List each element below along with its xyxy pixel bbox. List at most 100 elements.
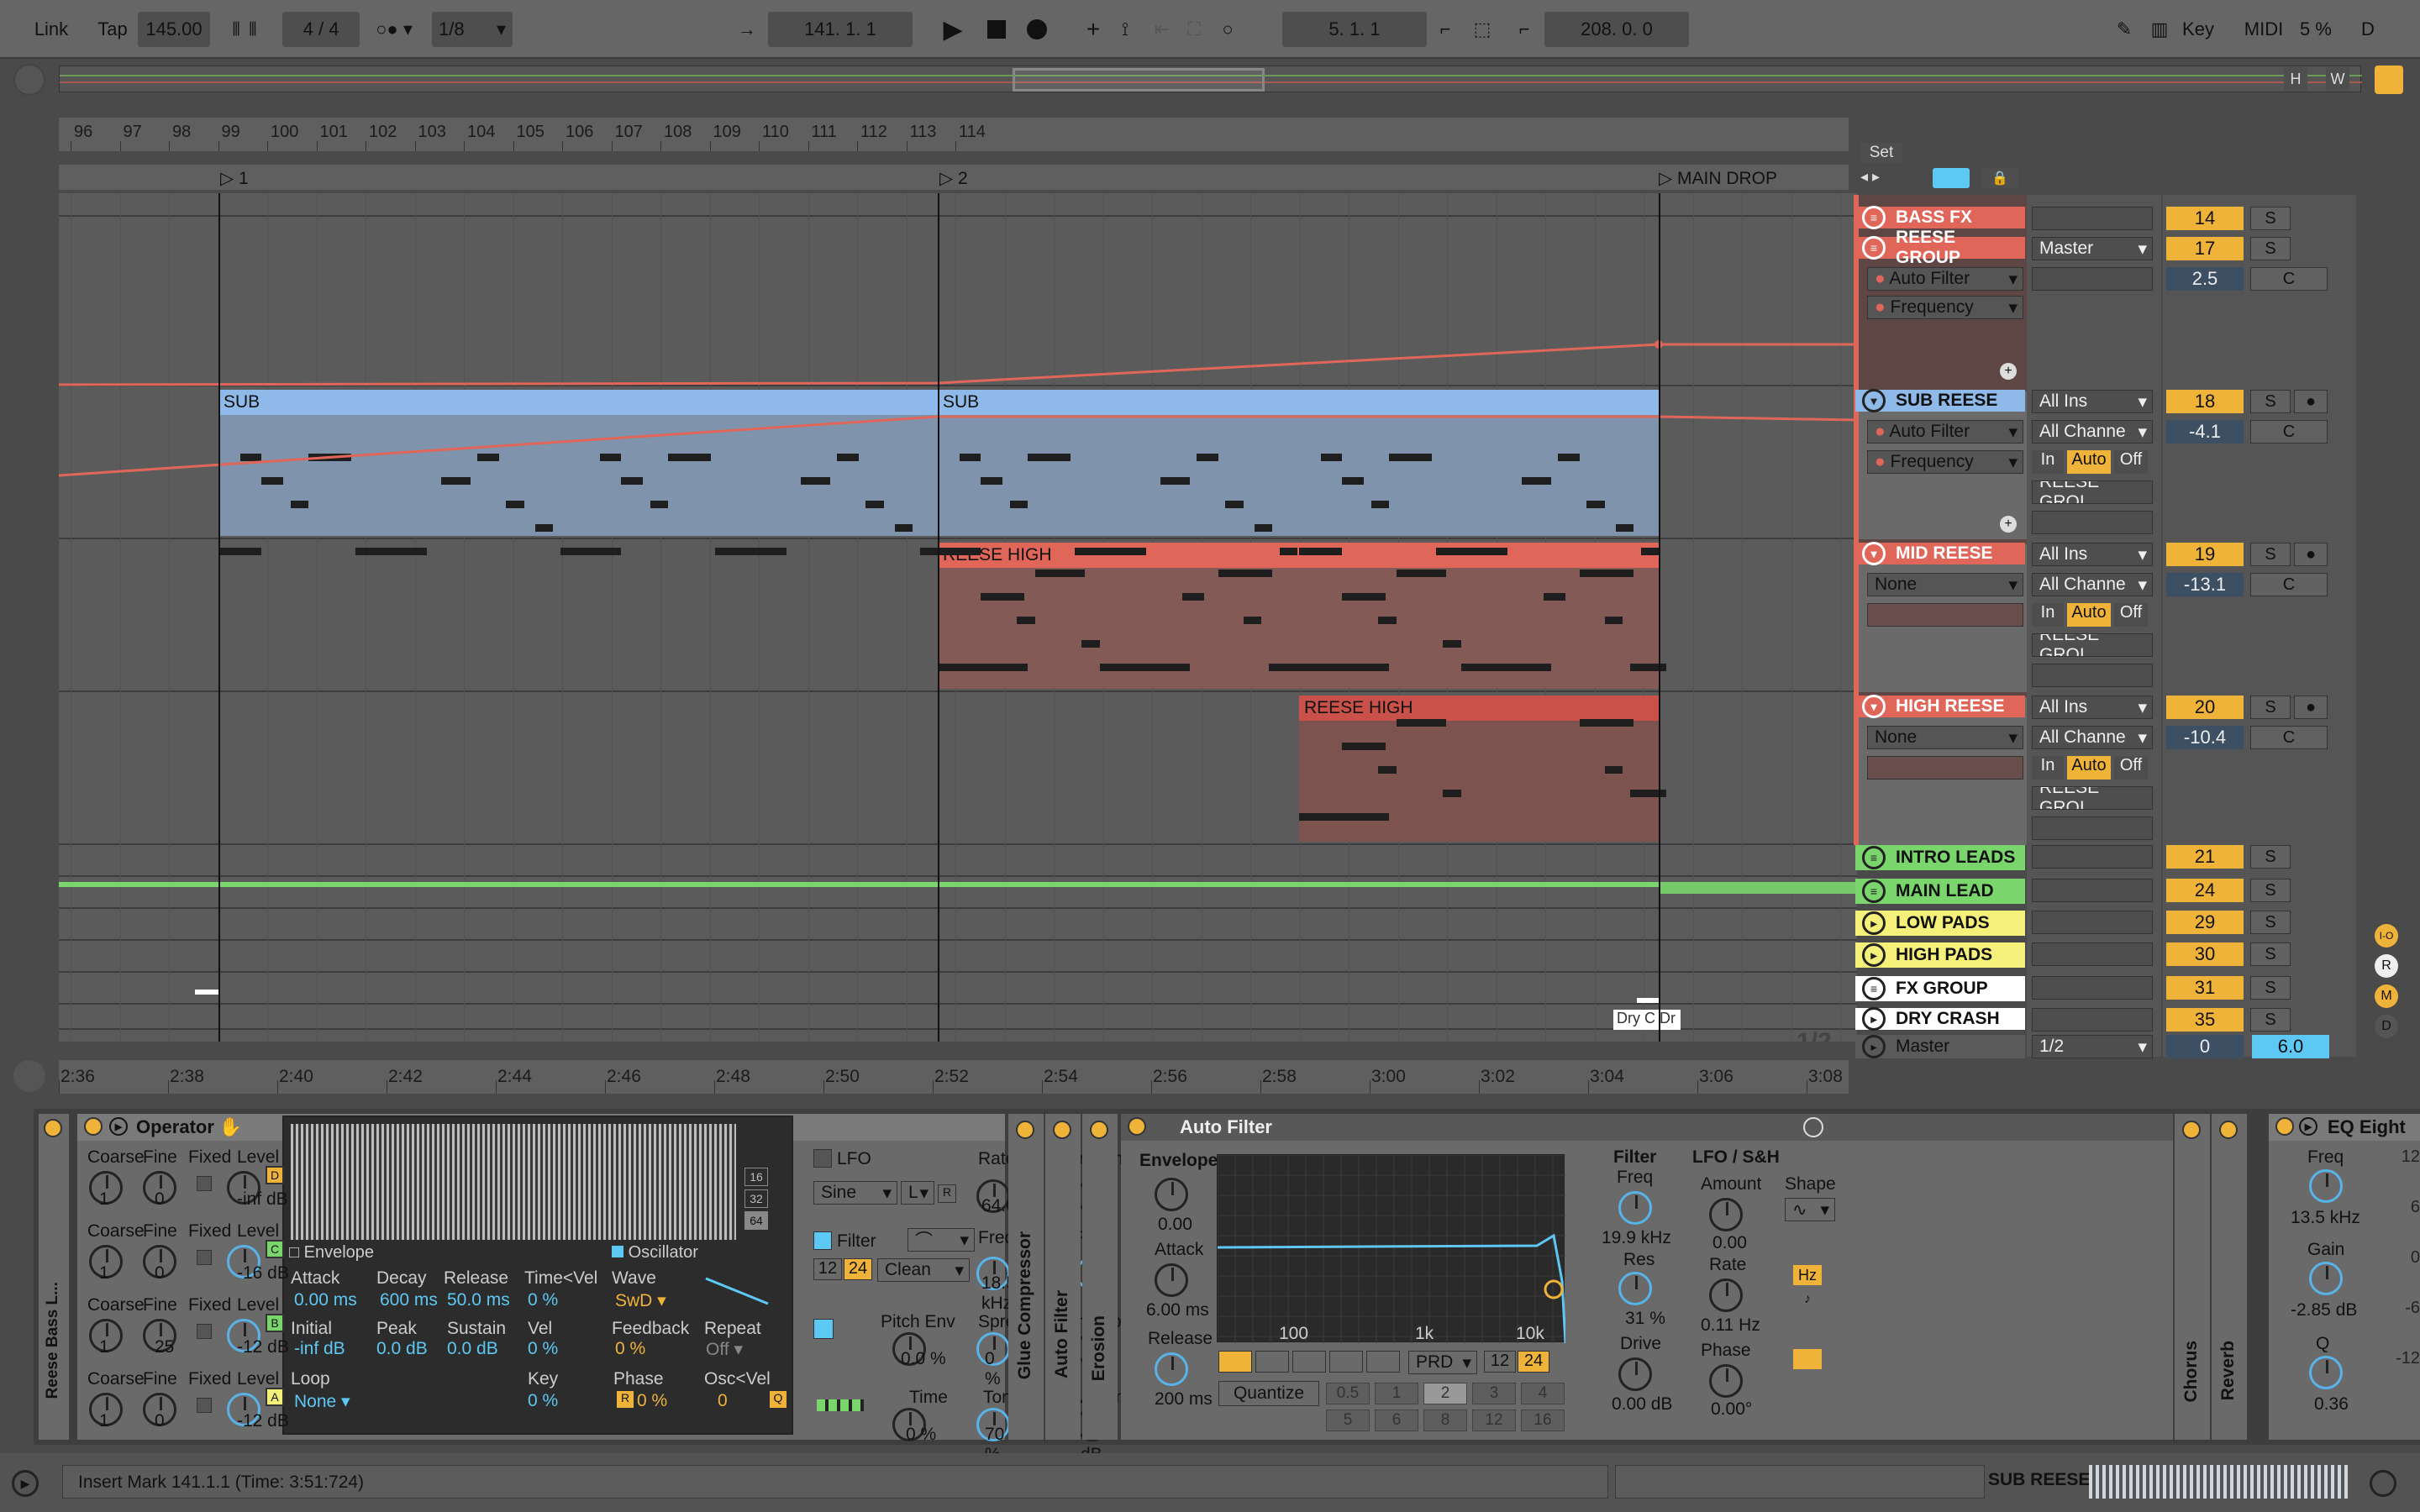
glue-compressor-device[interactable]: Glue Compressor — [1008, 1114, 1044, 1440]
env-repeat-dropdown[interactable]: Off ▾ — [706, 1339, 743, 1360]
af-12-button[interactable]: 12 — [1484, 1351, 1516, 1373]
track-activator-reese-group[interactable]: 17 — [2166, 237, 2244, 260]
optimize-height-button[interactable]: H — [2284, 67, 2307, 91]
link-button[interactable]: Link — [24, 12, 79, 47]
af-settings-icon[interactable] — [1803, 1117, 1823, 1137]
automation-device-dropdown[interactable]: ● Auto Filter ▾ — [1867, 420, 2023, 444]
io-slot[interactable] — [2032, 511, 2153, 534]
track-header-reese-group[interactable]: ≡ REESE GROUP — [1855, 228, 2025, 267]
automation-param-dropdown[interactable]: ● Frequency ▾ — [1867, 296, 2023, 319]
osc-tag[interactable]: B — [266, 1314, 284, 1332]
osc-fixed-checkbox[interactable] — [197, 1398, 212, 1413]
monitor-switch-mid-reese[interactable]: In Auto Off — [2032, 603, 2153, 627]
io-slot[interactable] — [2032, 942, 2153, 966]
clip-dry-crash[interactable]: Dry C Dr — [1613, 1010, 1681, 1030]
monitor-auto-button[interactable]: Auto — [2067, 756, 2111, 780]
lfo-wave-dropdown[interactable]: Sine ▾ — [813, 1181, 897, 1205]
loop-length-field[interactable]: 208. 0. 0 — [1544, 12, 1689, 47]
track-header-high-pads[interactable]: ▸ HIGH PADS — [1855, 942, 2025, 968]
automation-device-dropdown[interactable]: None ▾ — [1867, 573, 2023, 596]
osc-fixed-checkbox[interactable] — [197, 1176, 212, 1191]
wavetable-size-button[interactable]: 64 — [744, 1211, 768, 1230]
crossfade-button[interactable]: C — [2250, 726, 2328, 749]
operator-device[interactable]: ▶ Operator ✋ 16 32 64 □ Envelope Oscillato… — [77, 1114, 1188, 1464]
returns-toggle-button[interactable]: R — [2375, 954, 2398, 978]
reverb-power-icon[interactable] — [2219, 1121, 2238, 1139]
time-ruler[interactable]: 2:36 2:38 2:40 2:42 2:44 2:46 2:48 2:50 2:52 2:54… — [59, 1060, 1849, 1094]
pitch-env-toggle[interactable] — [813, 1319, 834, 1339]
operator-fold-icon[interactable]: ▶ — [109, 1117, 128, 1136]
auto-filter-power-icon[interactable] — [1128, 1117, 1146, 1136]
record-arm-icon[interactable]: ● — [2294, 696, 2328, 719]
chorus-power-icon[interactable] — [2182, 1121, 2201, 1139]
automation-arm-icon[interactable]: ⟟ — [1113, 12, 1138, 47]
track-fold-icon[interactable]: ≡ — [1862, 236, 1886, 260]
filter-12-button[interactable]: 12 — [813, 1258, 842, 1280]
track-activator-high-pads[interactable]: 30 — [2166, 942, 2244, 966]
io-slot[interactable] — [2032, 879, 2153, 902]
track-activator-fx-group[interactable]: 31 — [2166, 976, 2244, 1000]
automation-device-dropdown[interactable]: None ▾ — [1867, 726, 2023, 749]
info-view-icon[interactable]: ▶ — [12, 1470, 39, 1497]
wavetable-size-button[interactable]: 16 — [744, 1168, 768, 1186]
nudge-icon[interactable]: ⦀ ⦀ — [220, 12, 271, 47]
operator-display[interactable]: 16 32 64 □ Envelope Oscillator Attack Decay… — [282, 1116, 793, 1435]
volume-field-high-reese[interactable]: -10.4 — [2166, 726, 2244, 749]
auto-filter-device[interactable]: Auto Filter Envelope 0.00 Attack 6.00 ms Rel… — [1121, 1114, 2173, 1440]
env-loop-dropdown[interactable]: None ▾ — [294, 1391, 350, 1412]
automation-param-dropdown[interactable] — [1867, 756, 2023, 780]
solo-button[interactable]: S — [2250, 1008, 2291, 1032]
af-rate-hz-button[interactable]: Hz — [1793, 1265, 1822, 1285]
monitor-in-button[interactable]: In — [2032, 756, 2064, 780]
quantize-dropdown[interactable]: 1/8 ▾ — [432, 12, 513, 47]
scroll-icon[interactable] — [13, 1060, 45, 1092]
locator-lane[interactable]: ▷ 1 ▷ 2 ▷ MAIN DROP — [59, 165, 1849, 190]
track-header-bass-fx[interactable]: ≡ BASS FX — [1855, 206, 2025, 229]
overview-toggle-icon[interactable] — [13, 64, 45, 96]
solo-button[interactable]: S — [2250, 976, 2291, 1000]
lfo-toggle[interactable] — [813, 1149, 832, 1168]
back-to-arrangement-icon[interactable]: ⇤ — [1150, 12, 1175, 47]
output-dropdown[interactable]: Master ▾ — [2032, 237, 2153, 260]
quantize-value-button[interactable]: 0.5 — [1326, 1383, 1370, 1404]
track-fold-icon[interactable]: ≡ — [1862, 977, 1886, 1000]
master-output-dropdown[interactable]: 1/2 ▾ — [2032, 1035, 2153, 1058]
draw-automation-icon[interactable] — [1933, 168, 1970, 188]
io-slot[interactable] — [2032, 664, 2153, 687]
solo-button[interactable]: S — [2250, 543, 2291, 566]
arrangement-position[interactable]: 141. 1. 1 — [768, 12, 913, 47]
filter-circuit-dropdown[interactable]: PRD ▾ — [1408, 1351, 1477, 1374]
af-freq-knob[interactable] — [1618, 1191, 1652, 1225]
eq-gain-knob[interactable] — [2309, 1262, 2343, 1295]
set-locator-button[interactable]: Set — [1860, 143, 1902, 163]
master-volume-field[interactable]: 6.0 — [2252, 1035, 2329, 1058]
solo-button[interactable]: S — [2250, 207, 2291, 230]
track-activator-sub-reese[interactable]: 18 — [2166, 390, 2244, 413]
quantize-value-button[interactable]: 3 — [1472, 1383, 1516, 1404]
stop-icon[interactable] — [981, 12, 1012, 47]
output-dropdown-high-reese[interactable]: REESE GROI — [2032, 786, 2153, 810]
locator-nav-icon[interactable]: ◂ ▸ — [1860, 168, 1902, 188]
record-icon[interactable] — [1022, 12, 1052, 47]
optimize-width-button[interactable]: W — [2326, 67, 2349, 91]
af-amount-knob[interactable] — [1709, 1198, 1743, 1231]
af-envelope-knob[interactable] — [1155, 1178, 1188, 1211]
monitor-auto-button[interactable]: Auto — [2067, 603, 2111, 627]
input-dropdown-mid-reese[interactable]: All Ins ▾ — [2032, 543, 2153, 566]
io-toggle-button[interactable]: I-O — [2375, 924, 2398, 948]
beat-time-ruler[interactable]: 96 97 98 99 100 101 102 103 104 105 106 107 108 109 11… — [59, 118, 1849, 151]
solo-button[interactable]: S — [2250, 845, 2291, 869]
af-shape-dropdown[interactable]: ∿ ▾ — [1785, 1198, 1835, 1221]
lfo-range-dropdown[interactable]: L ▾ — [901, 1181, 934, 1205]
menu-icon[interactable] — [2375, 66, 2403, 94]
af-res-knob[interactable] — [1618, 1272, 1652, 1305]
track-activator-intro-leads[interactable]: 21 — [2166, 845, 2244, 869]
io-slot[interactable] — [2032, 816, 2153, 840]
io-slot[interactable] — [2032, 845, 2153, 869]
operator-power-icon[interactable] — [84, 1117, 103, 1136]
automation-svg[interactable] — [59, 193, 1857, 1042]
crossfade-button[interactable]: C — [2250, 267, 2328, 291]
automation-device-dropdown[interactable]: ● Auto Filter ▾ — [1867, 267, 2023, 291]
oscillator-tab[interactable]: Oscillator — [612, 1243, 698, 1263]
osc-vel-quantize-button[interactable]: Q — [770, 1391, 786, 1408]
